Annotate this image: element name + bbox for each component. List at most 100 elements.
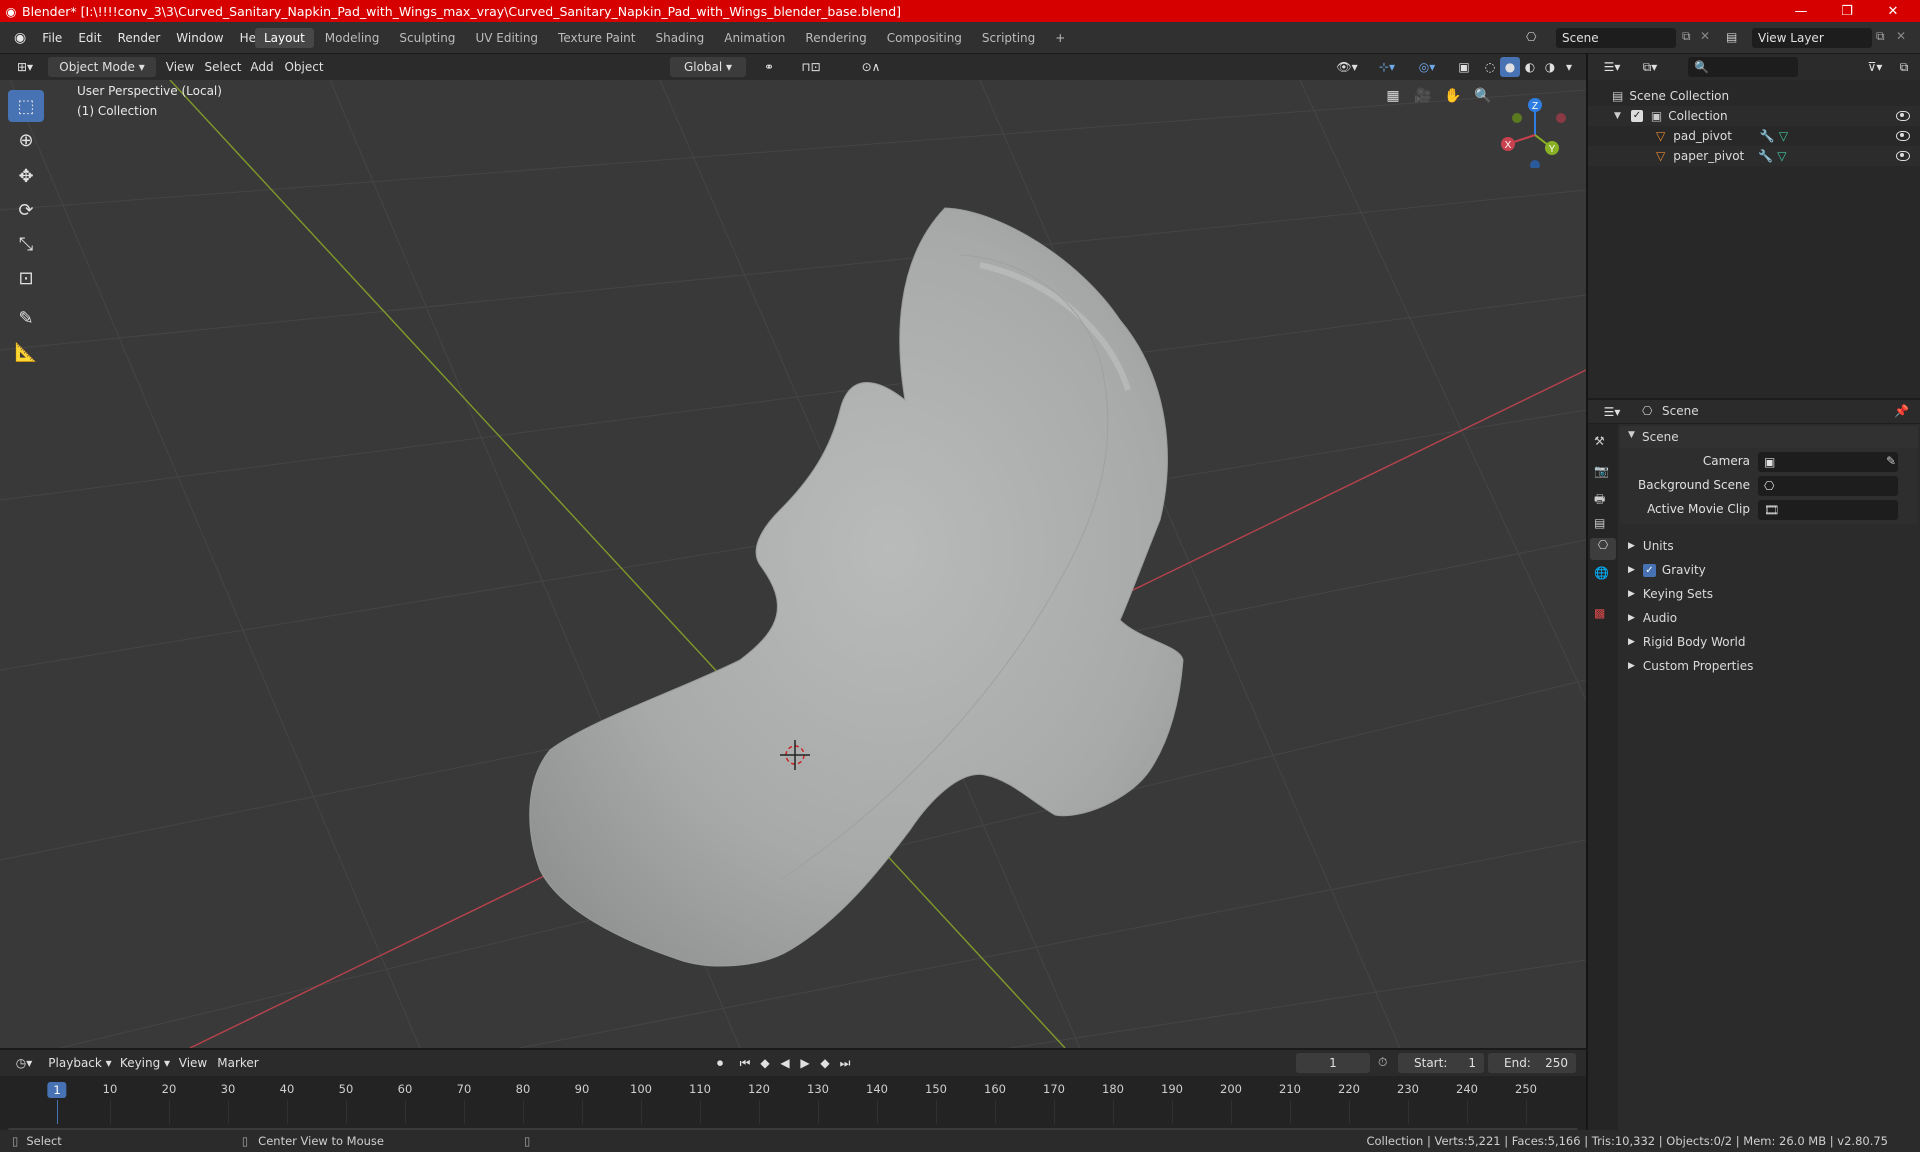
end-frame-field[interactable]: End: 250 xyxy=(1488,1053,1576,1073)
current-frame-marker[interactable]: 1 xyxy=(47,1082,67,1098)
outliner-search-input[interactable]: 🔍 xyxy=(1688,57,1798,77)
pad-pivot-visibility-eye-icon[interactable] xyxy=(1896,131,1910,141)
scene-tab-icon[interactable]: ⎔ xyxy=(1590,538,1616,560)
menu-file[interactable]: File xyxy=(34,31,70,45)
pin-icon[interactable]: 📌 xyxy=(1894,404,1909,418)
tab-uv-editing[interactable]: UV Editing xyxy=(466,28,547,48)
start-frame-field[interactable]: Start: 1 xyxy=(1398,1053,1484,1073)
tab-modeling[interactable]: Modeling xyxy=(316,28,389,48)
tab-animation[interactable]: Animation xyxy=(715,28,794,48)
camera-field[interactable]: ▣ xyxy=(1758,452,1898,472)
tab-sculpting[interactable]: Sculpting xyxy=(390,28,464,48)
view-layer-tab-icon[interactable]: ▤ xyxy=(1594,516,1605,530)
annotate-tool-icon[interactable]: ✎ xyxy=(8,302,44,334)
scene-panel-header[interactable]: ▼ Scene xyxy=(1620,426,1918,448)
tab-shading[interactable]: Shading xyxy=(646,28,713,48)
material-shading-icon[interactable]: ◐ xyxy=(1520,57,1540,77)
render-tab-icon[interactable]: 📷 xyxy=(1594,464,1609,478)
delete-scene-icon[interactable]: ✕ xyxy=(1700,29,1710,43)
paper-pivot-visibility-eye-icon[interactable] xyxy=(1896,151,1910,161)
xray-icon[interactable]: ▣ xyxy=(1454,57,1474,77)
menu-window[interactable]: Window xyxy=(168,31,231,45)
keying-menu[interactable]: Keying ▾ xyxy=(118,1053,172,1073)
new-view-layer-icon[interactable]: ⧉ xyxy=(1876,29,1885,44)
zoom-icon[interactable]: 🔍 xyxy=(1473,88,1493,108)
panel-audio[interactable]: ▶ Audio xyxy=(1628,608,1677,628)
outliner-editor-type-icon[interactable]: ☰▾ xyxy=(1596,57,1628,77)
expand-arrow-icon[interactable]: ▼ xyxy=(1614,111,1621,121)
mode-selector[interactable]: Object Mode ▾ xyxy=(48,57,156,77)
timeline-view-menu[interactable]: View xyxy=(178,1053,208,1073)
jump-start-icon[interactable]: ⏮ xyxy=(736,1053,754,1073)
tab-texture-paint[interactable]: Texture Paint xyxy=(549,28,644,48)
output-tab-icon[interactable]: 🖶 xyxy=(1594,490,1605,511)
gravity-checkbox[interactable]: ✓ xyxy=(1642,563,1656,577)
move-tool-icon[interactable]: ✥ xyxy=(8,160,44,192)
stopwatch-icon[interactable]: ⏱ xyxy=(1378,1055,1387,1070)
tab-scripting[interactable]: Scripting xyxy=(973,28,1044,48)
record-icon[interactable]: ⏺ xyxy=(710,1053,730,1073)
current-frame-field[interactable]: 1 xyxy=(1296,1053,1370,1073)
panel-gravity[interactable]: ▶ ✓ Gravity xyxy=(1628,560,1706,580)
3d-viewport[interactable]: User Perspective (Local) (1) Collection … xyxy=(0,80,1586,1048)
modifier-wrench-icon[interactable]: 🔧 xyxy=(1760,129,1775,143)
playback-menu[interactable]: Playback ▾ xyxy=(48,1053,112,1073)
minimize-button[interactable]: — xyxy=(1778,0,1824,22)
snap-icon[interactable]: ⊓⊡ xyxy=(790,57,832,77)
scene-collection-row[interactable]: ▤ Scene Collection xyxy=(1612,86,1729,106)
orientation-selector[interactable]: Global ▾ xyxy=(670,57,746,77)
select-box-tool-icon[interactable]: ⬚ xyxy=(8,90,44,122)
tab-rendering[interactable]: Rendering xyxy=(796,28,875,48)
eyedropper-icon[interactable]: ✎ xyxy=(1886,454,1896,468)
menu-edit[interactable]: Edit xyxy=(70,31,109,45)
play-icon[interactable]: ▶ xyxy=(796,1053,814,1073)
solid-shading-icon[interactable]: ● xyxy=(1500,57,1520,77)
next-keyframe-icon[interactable]: ◆ xyxy=(816,1053,834,1073)
display-mode-icon[interactable]: ⧉▾ xyxy=(1634,57,1666,77)
visibility-icon[interactable]: 👁▾ xyxy=(1330,57,1364,77)
pivot-icon[interactable]: ⚭ xyxy=(754,57,784,77)
timeline-track-area[interactable]: 1 10 20 30 40 50 60 70 80 90 100 110 120 130 140 150 160… xyxy=(0,1076,1586,1132)
blender-menu-icon[interactable]: ◉ xyxy=(6,30,34,46)
rendered-shading-icon[interactable]: ◑ xyxy=(1540,57,1560,77)
delete-view-layer-icon[interactable]: ✕ xyxy=(1896,29,1906,43)
mesh-data-icon[interactable]: ▽ xyxy=(1777,149,1786,163)
new-collection-icon[interactable]: ⧉ xyxy=(1894,57,1914,77)
play-reverse-icon[interactable]: ◀ xyxy=(776,1053,794,1073)
pan-hand-icon[interactable]: ✋ xyxy=(1443,88,1463,108)
panel-custom-properties[interactable]: ▶ Custom Properties xyxy=(1628,656,1753,676)
menu-select[interactable]: Select xyxy=(204,57,242,77)
transform-tool-icon[interactable]: ⊡ xyxy=(8,262,44,294)
collection-row[interactable]: ▼ ✓ ▣ Collection xyxy=(1588,106,1920,126)
wireframe-shading-icon[interactable]: ◌ xyxy=(1480,57,1500,77)
camera-view-icon[interactable]: 🎥 xyxy=(1413,88,1433,108)
gizmo-toggle-icon[interactable]: ⊹▾ xyxy=(1370,57,1404,77)
panel-units[interactable]: ▶ Units xyxy=(1628,536,1674,556)
outliner-item-pad-pivot[interactable]: ▽ pad_pivot 🔧 ▽ xyxy=(1588,126,1920,146)
modifier-wrench-icon[interactable]: 🔧 xyxy=(1758,149,1773,163)
shading-options-icon[interactable]: ▾ xyxy=(1560,57,1578,77)
collection-visibility-eye-icon[interactable] xyxy=(1896,111,1910,121)
outliner-item-paper-pivot[interactable]: ▽ paper_pivot 🔧 ▽ xyxy=(1588,146,1920,166)
prev-keyframe-icon[interactable]: ◆ xyxy=(756,1053,774,1073)
scene-selector[interactable]: Scene xyxy=(1556,28,1676,48)
marker-menu[interactable]: Marker xyxy=(214,1053,262,1073)
tool-tab-icon[interactable]: ⚒ xyxy=(1594,434,1605,448)
menu-add[interactable]: Add xyxy=(248,57,276,77)
view-layer-selector[interactable]: View Layer xyxy=(1752,28,1872,48)
background-scene-field[interactable]: ⎔ xyxy=(1758,476,1898,496)
mesh-data-icon[interactable]: ▽ xyxy=(1779,129,1788,143)
navigation-gizmo[interactable]: Z Y X xyxy=(1495,88,1575,168)
close-button[interactable]: ✕ xyxy=(1870,0,1916,22)
world-tab-icon[interactable]: 🌐 xyxy=(1594,566,1609,580)
panel-rigid-body-world[interactable]: ▶ Rigid Body World xyxy=(1628,632,1745,652)
scale-tool-icon[interactable]: ⤡ xyxy=(8,228,44,260)
cursor-tool-icon[interactable]: ⊕ xyxy=(8,124,44,156)
timeline-editor-type-icon[interactable]: ◷▾ xyxy=(8,1053,40,1073)
panel-keying-sets[interactable]: ▶ Keying Sets xyxy=(1628,584,1713,604)
overlay-toggle-icon[interactable]: ◎▾ xyxy=(1410,57,1444,77)
tab-layout[interactable]: Layout xyxy=(255,28,314,48)
add-workspace-button[interactable]: + xyxy=(1046,28,1074,48)
filter-icon[interactable]: ⊽▾ xyxy=(1860,57,1890,77)
jump-end-icon[interactable]: ⏭ xyxy=(836,1053,854,1073)
